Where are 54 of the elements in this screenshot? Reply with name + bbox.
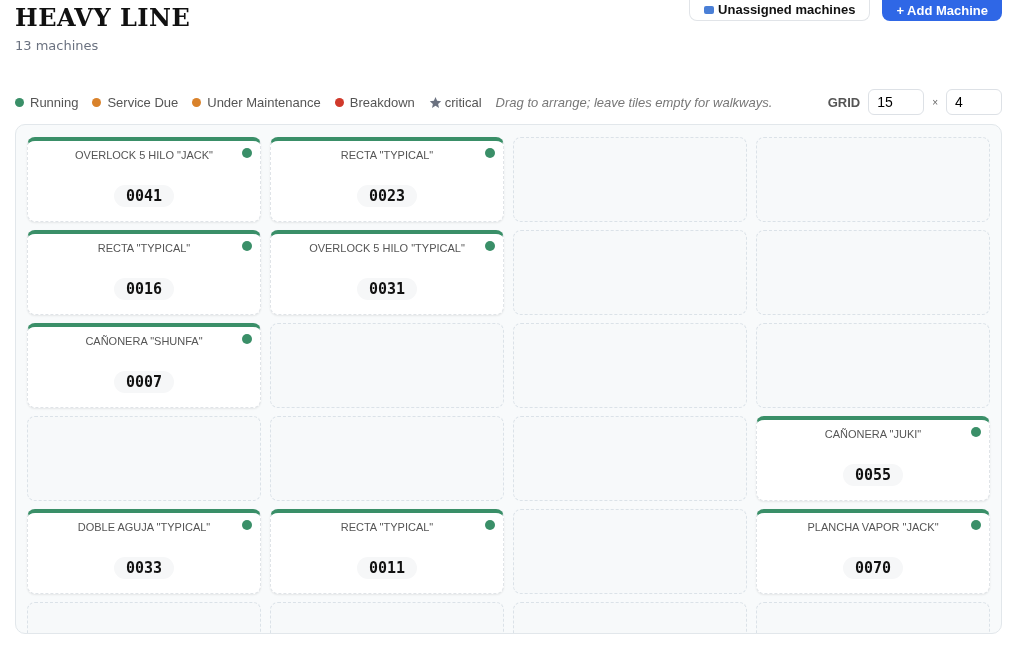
machine-name: RECTA "TYPICAL" [340, 521, 434, 533]
machine-name: CAÑONERA "SHUNFA" [85, 335, 203, 347]
empty-slot[interactable] [756, 230, 990, 315]
machine-name: CAÑONERA "JUKI" [824, 428, 922, 440]
rows-field[interactable]: 15 [868, 89, 925, 115]
empty-slot[interactable] [756, 137, 990, 222]
empty-slot[interactable] [513, 137, 747, 222]
legend-label: critical [444, 94, 482, 110]
hint-text: Drag to arrange; leave tiles empty for walkways. [495, 94, 773, 110]
machine-tile[interactable]: CAÑONERA "SHUNFA" 0007 [27, 323, 261, 408]
machine-name: OVERLOCK 5 HILO "TYPICAL" [309, 242, 465, 254]
unassigned-machines-button[interactable]: Unassigned machines [689, 0, 871, 21]
machine-name: RECTA "TYPICAL" [340, 149, 434, 161]
machine-name: RECTA "TYPICAL" [97, 242, 191, 254]
grid-label: GRID [827, 94, 861, 110]
machine-code: 0011 [356, 557, 418, 579]
machine-tile[interactable]: RECTA "TYPICAL" 0016 [27, 230, 261, 315]
machine-tile[interactable]: RECTA "TYPICAL" 0023 [270, 137, 504, 222]
page-title: HEAVY LINE [15, 3, 191, 32]
legend-label: Running [30, 94, 79, 110]
machine-code: 0016 [113, 278, 175, 300]
machine-code: 0007 [113, 371, 175, 393]
empty-slot[interactable] [513, 416, 747, 501]
machine-code: 0033 [113, 557, 175, 579]
machine-code: 0070 [842, 557, 904, 579]
machine-tile[interactable]: OVERLOCK 5 HILO "JACK" 0041 [27, 137, 261, 222]
machine-tile[interactable]: OVERLOCK 5 HILO "TYPICAL" 0031 [270, 230, 504, 315]
machine-tile[interactable]: DOBLE AGUJA "TYPICAL" 0033 [27, 509, 261, 594]
box-icon [704, 5, 715, 14]
machine-tile[interactable]: RECTA "TYPICAL" 0011 [270, 509, 504, 594]
machine-code: 0023 [356, 185, 418, 207]
columns-field[interactable]: 4 [946, 89, 1002, 115]
times-sign: × [932, 96, 938, 108]
empty-slot[interactable] [513, 323, 747, 408]
legend-label: Service Due [107, 94, 179, 110]
empty-slot[interactable] [27, 416, 261, 501]
empty-slot[interactable] [270, 416, 504, 501]
star-icon [428, 95, 442, 109]
machine-tile[interactable]: CAÑONERA "JUKI" 0055 [756, 416, 990, 501]
machine-name: DOBLE AGUJA "TYPICAL" [77, 521, 211, 533]
machine-name: OVERLOCK 5 HILO "JACK" [75, 149, 213, 161]
machine-code: 0031 [356, 278, 418, 300]
machine-name: PLANCHA VAPOR "JACK" [807, 521, 939, 533]
machine-code: 0055 [842, 464, 904, 486]
legend-label: Under Maintenance [207, 94, 321, 110]
legend-label: Breakdown [349, 94, 415, 110]
empty-slot[interactable] [756, 323, 990, 408]
machine-code: 0041 [113, 185, 175, 207]
empty-slot[interactable] [513, 230, 747, 315]
machine-tile[interactable]: PLANCHA VAPOR "JACK" 0070 [756, 509, 990, 594]
add-machine-button[interactable]: + Add Machine [882, 0, 1002, 21]
empty-slot[interactable] [513, 509, 747, 594]
machine-count: 13 machines [15, 38, 100, 53]
empty-slot[interactable] [270, 323, 504, 408]
